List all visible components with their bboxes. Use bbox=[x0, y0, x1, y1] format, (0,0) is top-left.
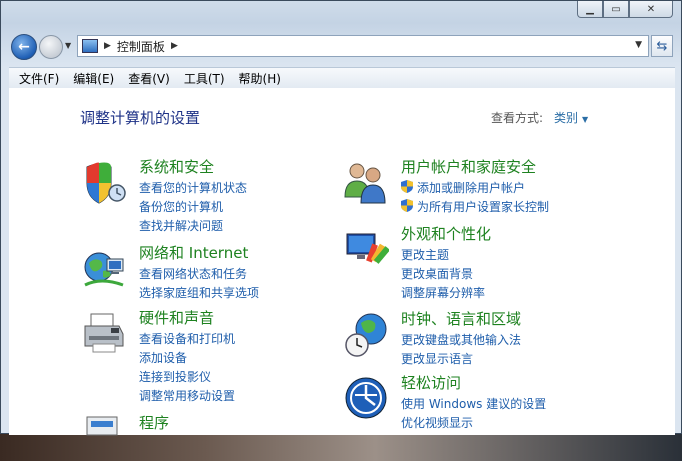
view-by-label: 查看方式: bbox=[491, 111, 544, 125]
link-desktop-background[interactable]: 更改桌面背景 bbox=[401, 265, 473, 282]
category-title[interactable]: 程序 bbox=[139, 412, 169, 433]
minimize-icon: ▁ bbox=[586, 3, 594, 15]
ease-of-access-icon[interactable] bbox=[343, 375, 389, 421]
menu-edit[interactable]: 编辑(E) bbox=[73, 70, 114, 87]
category-title[interactable]: 系统和安全 bbox=[139, 156, 214, 177]
refresh-icon: ⇆ bbox=[656, 38, 668, 54]
dropdown-arrow-icon[interactable]: ▼ bbox=[582, 115, 588, 124]
link-view-computer-status[interactable]: 查看您的计算机状态 bbox=[139, 179, 247, 196]
link-mobility-settings[interactable]: 调整常用移动设置 bbox=[139, 387, 235, 404]
link-devices-printers[interactable]: 查看设备和打印机 bbox=[139, 330, 235, 347]
forward-button[interactable] bbox=[39, 35, 63, 59]
users-icon[interactable] bbox=[343, 159, 389, 205]
printer-icon[interactable] bbox=[81, 310, 127, 356]
address-dropdown-icon[interactable]: ▼ bbox=[635, 40, 642, 50]
close-icon: ✕ bbox=[646, 3, 656, 15]
back-button[interactable]: ← bbox=[11, 34, 37, 60]
menu-bar: 文件(F) 编辑(E) 查看(V) 工具(T) 帮助(H) bbox=[9, 67, 675, 88]
address-bar[interactable]: ▶ 控制面板 ▶ ▼ bbox=[77, 35, 649, 57]
link-homegroup-sharing[interactable]: 选择家庭组和共享选项 bbox=[139, 284, 259, 301]
title-buttons: ▁ ▭ ✕ bbox=[577, 1, 673, 19]
menu-file[interactable]: 文件(F) bbox=[19, 70, 59, 87]
uac-shield-icon bbox=[401, 180, 413, 193]
programs-icon[interactable] bbox=[81, 415, 127, 461]
control-panel-icon bbox=[82, 39, 98, 53]
menu-view[interactable]: 查看(V) bbox=[128, 70, 170, 87]
link-troubleshoot[interactable]: 查找并解决问题 bbox=[139, 217, 223, 234]
link-network-status[interactable]: 查看网络状态和任务 bbox=[139, 265, 247, 282]
control-panel-window: ▁ ▭ ✕ ← ▼ ▶ 控制面板 ▶ ▼ ⇆ 文件(F) 编辑(E) 查看(V)… bbox=[0, 0, 682, 436]
breadcrumb-control-panel[interactable]: 控制面板 bbox=[117, 38, 165, 55]
navigation-bar: ← ▼ ▶ 控制面板 ▶ ▼ ⇆ bbox=[1, 31, 682, 61]
clock-globe-icon[interactable] bbox=[343, 311, 389, 357]
link-add-device[interactable]: 添加设备 bbox=[139, 349, 187, 366]
category-title[interactable]: 硬件和声音 bbox=[139, 307, 214, 328]
category-title[interactable]: 时钟、语言和区域 bbox=[401, 308, 521, 329]
category-title[interactable]: 轻松访问 bbox=[401, 372, 461, 393]
refresh-button[interactable]: ⇆ bbox=[651, 35, 673, 57]
appearance-icon[interactable] bbox=[343, 226, 389, 272]
breadcrumb-separator-icon[interactable]: ▶ bbox=[104, 41, 111, 51]
link-display-language[interactable]: 更改显示语言 bbox=[401, 350, 473, 367]
category-title[interactable]: 网络和 Internet bbox=[139, 242, 248, 263]
network-globe-icon[interactable] bbox=[81, 245, 127, 291]
menu-tools[interactable]: 工具(T) bbox=[184, 70, 225, 87]
link-connect-projector[interactable]: 连接到投影仪 bbox=[139, 368, 211, 385]
view-by-dropdown[interactable]: 类别 ▼ bbox=[554, 109, 588, 126]
link-change-theme[interactable]: 更改主题 bbox=[401, 246, 449, 263]
link-parental-controls[interactable]: 为所有用户设置家长控制 bbox=[417, 198, 549, 215]
content-area: 调整计算机的设置 查看方式: 类别 ▼ 系统和安全 查看您的计算机状态 备份您的计… bbox=[9, 88, 675, 436]
page-title: 调整计算机的设置 bbox=[80, 109, 201, 127]
back-arrow-icon: ← bbox=[18, 39, 30, 55]
security-shield-icon[interactable] bbox=[81, 159, 127, 205]
maximize-icon: ▭ bbox=[611, 3, 621, 15]
menu-help[interactable]: 帮助(H) bbox=[239, 70, 281, 87]
uac-shield-icon bbox=[401, 199, 413, 212]
link-keyboard-input[interactable]: 更改键盘或其他输入法 bbox=[401, 331, 521, 348]
minimize-button[interactable]: ▁ bbox=[577, 1, 603, 18]
link-add-remove-accounts[interactable]: 添加或删除用户帐户 bbox=[417, 179, 525, 196]
breadcrumb-chevron-icon[interactable]: ▶ bbox=[171, 41, 178, 51]
link-optimize-display[interactable]: 优化视频显示 bbox=[401, 414, 473, 431]
category-title[interactable]: 用户帐户和家庭安全 bbox=[401, 156, 536, 177]
maximize-button[interactable]: ▭ bbox=[603, 1, 629, 18]
view-by-value[interactable]: 类别 bbox=[554, 111, 578, 125]
link-backup-computer[interactable]: 备份您的计算机 bbox=[139, 198, 223, 215]
close-button[interactable]: ✕ bbox=[629, 1, 673, 18]
link-screen-resolution[interactable]: 调整屏幕分辨率 bbox=[401, 284, 485, 301]
recent-pages-dropdown[interactable]: ▼ bbox=[65, 41, 71, 50]
category-title[interactable]: 外观和个性化 bbox=[401, 223, 491, 244]
link-recommended-settings[interactable]: 使用 Windows 建议的设置 bbox=[401, 395, 546, 412]
